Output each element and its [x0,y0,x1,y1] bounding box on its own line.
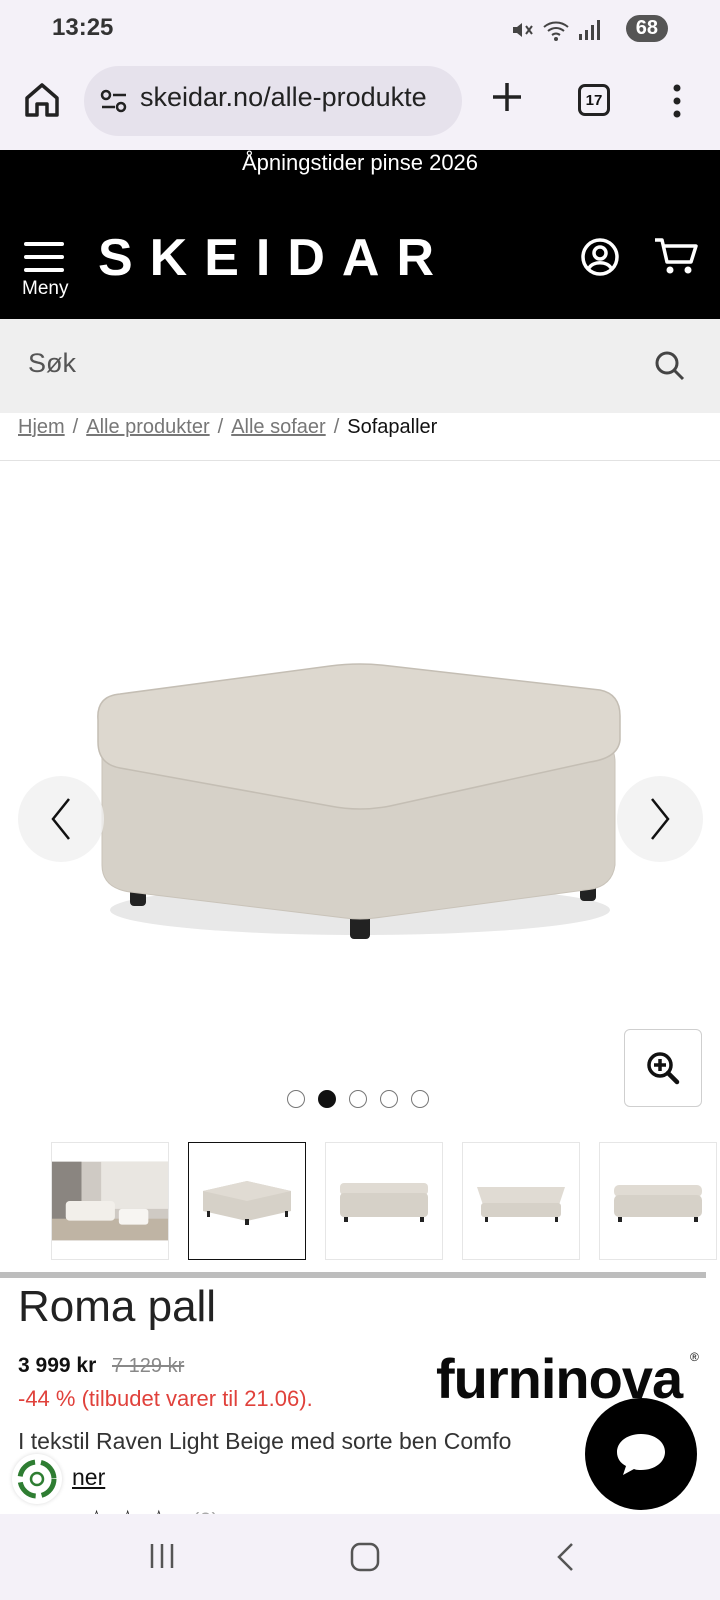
product-image[interactable] [90,660,630,970]
user-account-icon[interactable] [580,237,620,277]
product-description: I tekstil Raven Light Beige med sorte be… [18,1428,512,1454]
breadcrumb: Hjem / Alle produkter / Alle sofaer / Sofapall… [18,416,438,438]
search-input[interactable]: Søk [28,348,76,379]
gallery-dot[interactable] [411,1090,429,1108]
chat-icon [617,1434,665,1475]
discount-text: -44 % (tilbudet varer til 21.06). [18,1386,313,1411]
thumbnail-room[interactable] [51,1142,169,1260]
menu-label[interactable]: Meny [22,278,68,300]
thumbnail-pouf-front[interactable] [325,1142,443,1260]
next-image-button[interactable] [617,776,703,862]
recent-apps-icon[interactable] [148,1542,176,1570]
chevron-left-icon [51,798,70,840]
gallery-dot[interactable] [287,1090,305,1108]
breadcrumb-all-sofas[interactable]: Alle sofaer [231,416,326,438]
shopping-cart-icon[interactable] [653,236,699,276]
zoom-in-icon [647,1052,680,1085]
back-icon[interactable] [555,1542,575,1572]
recycle-icon [17,1459,57,1499]
gallery-dot[interactable] [349,1090,367,1108]
more-options-icon[interactable] [670,84,684,118]
product-old-price: 7 129 kr [112,1355,185,1377]
thumbnail-pouf-angle[interactable] [188,1142,306,1260]
url-text[interactable]: skeidar.no/alle-produkte [140,82,452,113]
site-settings-icon[interactable] [100,88,128,114]
product-price: 3 999 kr [18,1354,97,1377]
previous-image-button[interactable] [18,776,104,862]
mute-icon [513,23,533,37]
home-nav-icon[interactable] [350,1542,380,1572]
gallery-pagination [287,1090,429,1108]
breadcrumb-current: Sofapaller [347,416,438,438]
tab-switcher-button[interactable]: 17 [578,84,610,116]
wifi-icon [543,21,569,41]
home-icon[interactable] [22,80,62,120]
thumbnail-scroll-indicator [0,1272,706,1278]
product-title: Roma pall [18,1282,217,1331]
status-time: 13:25 [52,14,114,41]
chat-button[interactable] [585,1398,697,1510]
zoom-button[interactable] [624,1029,702,1107]
opening-hours-notice[interactable]: Åpningstider pinse 2026 [0,150,720,200]
search-bar[interactable] [0,319,720,413]
battery-indicator: 68 [625,15,668,42]
thumbnail-pouf-side[interactable] [599,1142,717,1260]
new-tab-icon[interactable] [490,80,524,114]
gallery-dot-active[interactable] [318,1090,336,1108]
registered-mark: ® [690,1350,699,1364]
divider [0,460,720,461]
eco-badge[interactable] [12,1454,62,1504]
signal-icon [579,20,600,40]
read-more-link[interactable]: ner [72,1464,105,1491]
site-logo[interactable]: SKEIDAR [98,228,451,288]
search-icon[interactable] [654,350,686,382]
thumbnail-pouf-top[interactable] [462,1142,580,1260]
status-icons [510,18,600,42]
breadcrumb-home[interactable]: Hjem [18,416,65,438]
menu-icon[interactable] [24,240,64,274]
breadcrumb-all-products[interactable]: Alle produkter [86,416,209,438]
chevron-right-icon [651,798,670,840]
gallery-dot[interactable] [380,1090,398,1108]
thumbnail-strip [51,1142,717,1260]
